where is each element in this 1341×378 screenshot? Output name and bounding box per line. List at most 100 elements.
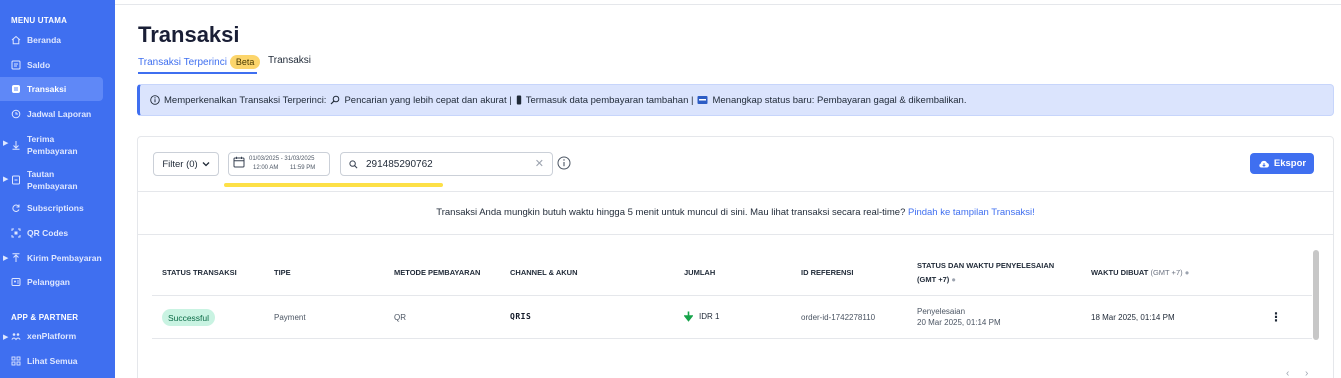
header-reference: ID REFERENSI <box>801 268 854 277</box>
search-icon <box>349 159 358 169</box>
info-icon: ● <box>951 275 956 284</box>
home-icon <box>10 34 22 46</box>
sidebar-item-label: Transaksi <box>27 84 67 94</box>
arrow-down-icon <box>684 311 693 322</box>
cloud-download-icon <box>1258 159 1270 169</box>
top-divider <box>115 4 1341 5</box>
notice-text: Transaksi Anda mungkin butuh waktu hingg… <box>436 207 906 218</box>
sidebar-item-tautan-pembayaran[interactable]: Tautan Pembayaran <box>0 168 103 192</box>
cell-type: Payment <box>274 313 306 322</box>
switch-view-link[interactable]: Pindah ke tampilan Transaksi! <box>908 207 1035 218</box>
send-icon <box>10 252 22 264</box>
sidebar-item-xenplatform[interactable]: xenPlatform <box>0 330 103 342</box>
sidebar-item-terima-pembayaran[interactable]: Terima Pembayaran <box>0 133 103 157</box>
cell-reference: order-id-1742278110 <box>801 313 876 322</box>
sidebar-item-saldo[interactable]: Saldo <box>0 59 103 71</box>
sidebar-item-label: Terima Pembayaran <box>27 134 78 156</box>
sidebar: MENU UTAMA Beranda Saldo Transaksi Jadwa… <box>0 0 115 378</box>
panel-divider <box>137 191 1334 192</box>
filter-button[interactable]: Filter (0) <box>153 152 219 176</box>
schedule-icon <box>10 108 22 120</box>
grid-icon <box>10 355 22 367</box>
cell-settlement: Penyelesaian 20 Mar 2025, 01:14 PM <box>917 306 1001 328</box>
header-amount: JUMLAH <box>684 268 716 277</box>
date-separator: - <box>280 156 283 162</box>
panel-divider <box>137 234 1334 235</box>
search-icon <box>330 95 340 105</box>
info-banner: Memperkenalkan Transaksi Terperinci: Pen… <box>137 84 1334 116</box>
info-icon <box>150 95 160 105</box>
active-tab-indicator <box>138 72 257 74</box>
time-start: 12:00 AM <box>253 165 279 171</box>
amount-value: IDR 1 <box>699 312 720 321</box>
card-icon <box>697 95 708 105</box>
tab-transaksi-terperinci[interactable]: Transaksi Terperinci Beta <box>138 53 261 71</box>
sidebar-item-beranda[interactable]: Beranda <box>0 34 103 46</box>
table-divider <box>152 338 1312 339</box>
chevron-right-icon[interactable]: › <box>1305 368 1308 378</box>
header-status: STATUS TRANSAKSI <box>162 268 237 277</box>
qr-icon <box>10 227 22 239</box>
date-start: 01/03/2025 <box>249 156 280 162</box>
page-title: Transaksi <box>138 22 240 47</box>
header-settlement: STATUS DAN WAKTU PENYELESAIAN (GMT +7) ● <box>917 260 1054 285</box>
phone-icon <box>516 95 522 105</box>
header-type: TIPE <box>274 268 291 277</box>
sidebar-item-pelanggan[interactable]: Pelanggan <box>0 276 103 288</box>
sidebar-item-transaksi[interactable]: Transaksi <box>0 77 103 101</box>
tab-transaksi[interactable]: Transaksi <box>268 55 311 66</box>
customer-icon <box>10 276 22 288</box>
clear-icon[interactable]: ✕ <box>535 157 544 170</box>
search-input[interactable]: 291485290762 ✕ <box>340 152 553 176</box>
cell-created: 18 Mar 2025, 01:14 PM <box>1091 313 1175 322</box>
banner-part-3: Menangkap status baru: Pembayaran gagal … <box>712 94 967 106</box>
info-icon: ● <box>1184 268 1190 277</box>
header-created-label: WAKTU DIBUAT <box>1091 268 1149 277</box>
calendar-icon <box>233 155 245 173</box>
qris-logo: QRIS <box>510 312 532 321</box>
help-icon[interactable] <box>557 156 571 175</box>
sidebar-item-label: Kirim Pembayaran <box>27 253 102 263</box>
date-range-picker[interactable]: 01/03/2025 - 31/03/2025 12:00 AM 11:59 P… <box>228 152 330 176</box>
sidebar-item-label: Jadwal Laporan <box>27 109 92 119</box>
highlight-marker <box>224 183 443 187</box>
realtime-notice: Transaksi Anda mungkin butuh waktu hingg… <box>137 207 1334 218</box>
time-end: 11:59 PM <box>290 165 316 171</box>
banner-part-2: Termasuk data pembayaran tambahan | <box>525 94 694 106</box>
sidebar-item-label: Saldo <box>27 60 51 70</box>
search-value: 291485290762 <box>366 158 433 170</box>
refresh-icon <box>10 202 22 214</box>
sidebar-item-label: Subscriptions <box>27 203 84 213</box>
export-label: Ekspor <box>1273 158 1307 169</box>
banner-part-1: Pencarian yang lebih cepat dan akurat | <box>344 94 512 106</box>
sidebar-item-label: QR Codes <box>27 228 69 238</box>
sidebar-item-lihat-semua[interactable]: Lihat Semua <box>0 355 103 367</box>
sidebar-item-kirim-pembayaran[interactable]: Kirim Pembayaran <box>0 252 103 264</box>
export-button[interactable]: Ekspor <box>1250 153 1314 174</box>
header-settlement-line1: STATUS DAN WAKTU PENYELESAIAN <box>917 261 1055 270</box>
filter-label: Filter (0) <box>162 158 198 170</box>
banner-intro: Memperkenalkan Transaksi Terperinci: <box>164 94 327 106</box>
sidebar-section-main: MENU UTAMA <box>11 16 68 25</box>
header-created-tz: (GMT +7) <box>1150 268 1183 277</box>
link-icon <box>10 174 22 186</box>
more-options-icon[interactable]: ⋮ <box>1270 310 1282 324</box>
sidebar-item-label: Pelanggan <box>27 277 70 287</box>
tab-label: Transaksi Terperinci <box>138 56 227 68</box>
wallet-icon <box>10 59 22 71</box>
sidebar-item-label: Beranda <box>27 35 62 45</box>
receive-icon <box>10 139 22 151</box>
header-created: WAKTU DIBUAT (GMT +7) ● <box>1091 267 1189 278</box>
chevron-down-icon <box>202 159 210 170</box>
vertical-scrollbar[interactable] <box>1313 250 1319 340</box>
chevron-left-icon[interactable]: ‹ <box>1286 368 1289 378</box>
sidebar-item-qr-codes[interactable]: QR Codes <box>0 227 103 239</box>
sidebar-item-subscriptions[interactable]: Subscriptions <box>0 202 103 214</box>
platform-icon <box>10 330 22 342</box>
cell-amount: IDR 1 <box>684 311 719 322</box>
header-method: METODE PEMBAYARAN <box>394 268 481 277</box>
settlement-time: 20 Mar 2025, 01:14 PM <box>917 318 1001 327</box>
date-range-text: 01/03/2025 - 31/03/2025 12:00 AM 11:59 P… <box>249 155 315 173</box>
sidebar-item-jadwal-laporan[interactable]: Jadwal Laporan <box>0 108 103 120</box>
header-channel: CHANNEL & AKUN <box>510 268 578 277</box>
